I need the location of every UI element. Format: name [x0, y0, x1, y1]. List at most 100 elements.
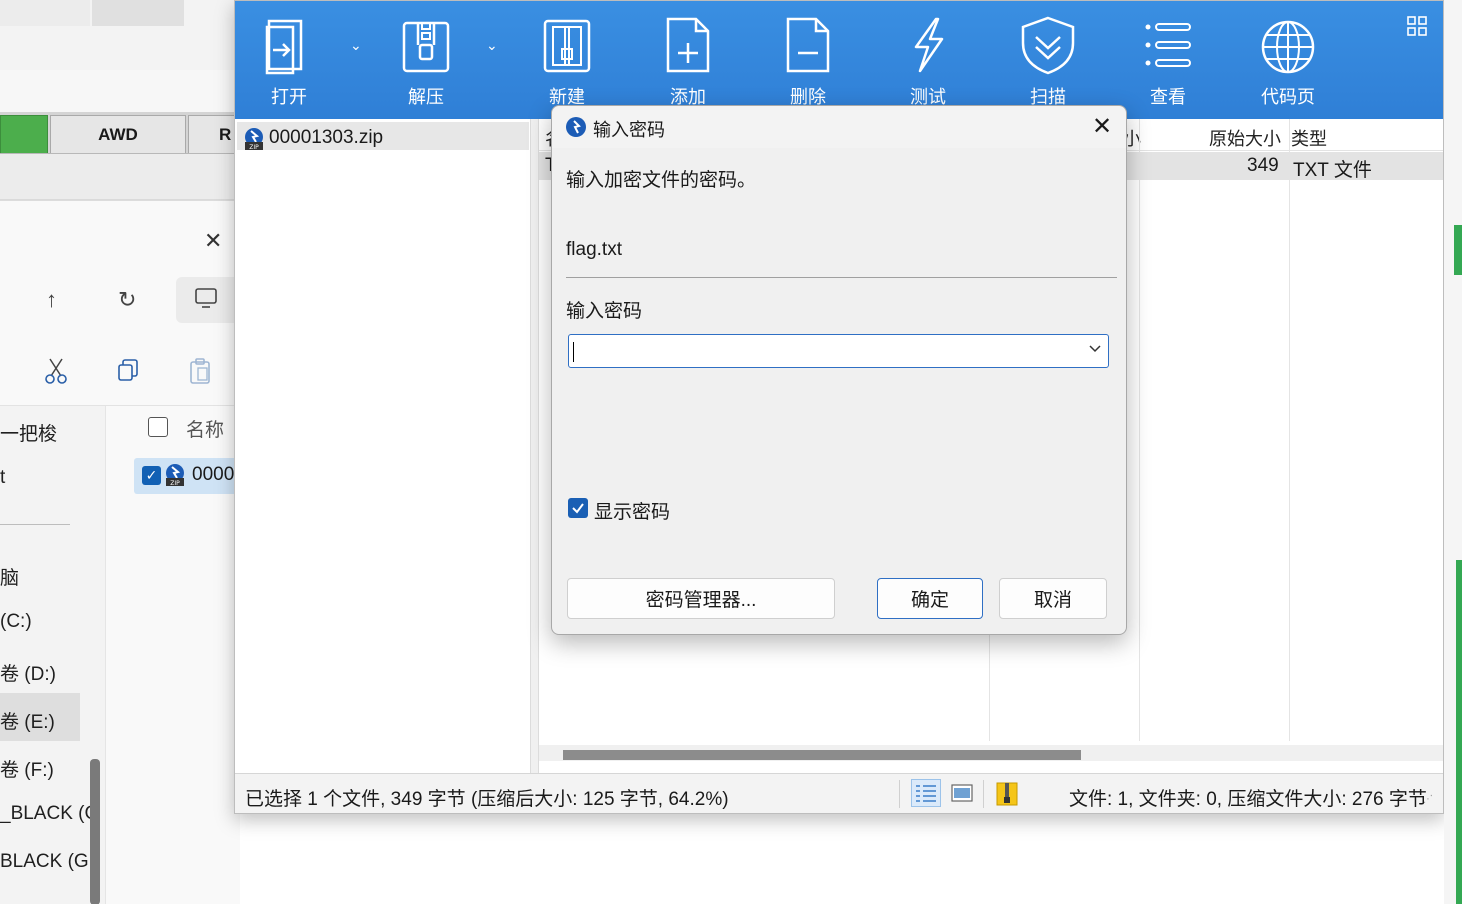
- copy-icon[interactable]: [116, 357, 140, 389]
- nav-item-drive-e[interactable]: 卷 (E:): [0, 707, 55, 734]
- column-divider: [1289, 119, 1290, 741]
- file-row-label: 0000: [192, 464, 235, 485]
- archive-info-icon[interactable]: [995, 781, 1019, 812]
- tree-item-selected[interactable]: ZIP 00001303.zip: [237, 122, 529, 151]
- horizontal-scrollbar[interactable]: [539, 745, 1443, 761]
- column-header-original-size[interactable]: 原始大小: [1209, 125, 1281, 151]
- status-separator: [983, 780, 984, 808]
- background-browser-area: [0, 0, 240, 112]
- toolbar-codepage-button[interactable]: 代码页: [1253, 15, 1323, 109]
- nav-item-drive-g[interactable]: _BLACK (G: [0, 803, 99, 825]
- open-dropdown-icon[interactable]: ⌄: [350, 37, 362, 54]
- refresh-icon[interactable]: ↻: [118, 287, 136, 313]
- nav-item-drive-d[interactable]: 卷 (D:): [0, 659, 56, 686]
- toolbar-extract-button[interactable]: 解压: [391, 15, 461, 109]
- toolbar-view-label: 查看: [1150, 87, 1186, 107]
- status-archive-summary: 文件: 1, 文件夹: 0, 压缩文件大小: 276 字节: [1069, 789, 1427, 810]
- dialog-separator: [566, 277, 1117, 278]
- status-separator: [899, 780, 900, 808]
- nav-item-drive-g[interactable]: BLACK (G:): [0, 851, 100, 873]
- background-strip: [92, 0, 184, 26]
- scrollbar-thumb[interactable]: [563, 750, 1081, 760]
- tab-label: R: [219, 124, 232, 144]
- encrypted-filename: flag.txt: [566, 239, 622, 260]
- shield-icon: [1021, 16, 1075, 75]
- toolbar-new-button[interactable]: 新建: [532, 15, 602, 109]
- up-arrow-icon[interactable]: ↑: [46, 287, 57, 313]
- explorer-navigation-pane: 一把梭 t 脑 (C:) 卷 (D:) 卷 (E:) 卷 (F:) _BLACK…: [0, 406, 106, 904]
- toolbar-test-button[interactable]: 测试: [893, 15, 963, 109]
- toolbar-extract-label: 解压: [408, 87, 444, 107]
- nav-separator: [0, 524, 70, 525]
- file-explorer-window: ✕ ↑ ↻ 一把梭 t 脑 (C:) 卷 (D:) 卷 (E:) 卷 (F:) …: [0, 200, 240, 904]
- dialog-prompt-text: 输入加密文件的密码。: [566, 170, 757, 191]
- password-dialog: 输入密码 ✕ 输入加密文件的密码。 flag.txt 输入密码 显示密码 密码管…: [551, 105, 1127, 635]
- svg-text:ZIP: ZIP: [249, 144, 259, 151]
- extract-icon: [402, 21, 450, 73]
- lightning-icon: [914, 17, 944, 73]
- ok-button[interactable]: 确定: [877, 578, 983, 619]
- background-accent: [1456, 560, 1462, 904]
- status-selection-text: 已选择 1 个文件, 349 字节 (压缩后大小: 125 字节, 64.2%): [245, 789, 729, 810]
- show-password-label[interactable]: 显示密码: [594, 497, 670, 524]
- background-tab-awd[interactable]: AWD: [50, 115, 186, 153]
- archive-tree-pane: ZIP 00001303.zip: [235, 119, 531, 773]
- background-tab-r[interactable]: R: [188, 115, 240, 153]
- resize-grip-icon[interactable]: ⋰: [1423, 794, 1433, 805]
- svg-text:ZIP: ZIP: [170, 480, 180, 487]
- zip-file-icon: ZIP: [164, 463, 186, 492]
- column-header-type[interactable]: 类型: [1291, 125, 1327, 151]
- open-icon: [265, 19, 303, 75]
- zip-file-icon: ZIP: [243, 127, 265, 156]
- cancel-button[interactable]: 取消: [999, 578, 1107, 619]
- background-band: [0, 154, 240, 200]
- tab-label: AWD: [98, 124, 138, 144]
- background-strip: [0, 70, 240, 112]
- row-checkbox[interactable]: ✓: [142, 466, 161, 485]
- toolbar-open-button[interactable]: 打开: [254, 15, 324, 109]
- toolbar-view-button[interactable]: 查看: [1133, 15, 1203, 109]
- globe-icon: [1261, 20, 1315, 74]
- nav-scrollbar[interactable]: [90, 759, 100, 904]
- background-accent: [1454, 225, 1462, 275]
- toolbar-delete-button[interactable]: 删除: [773, 15, 843, 109]
- column-header-name[interactable]: 名称: [186, 415, 224, 442]
- nav-item[interactable]: 一把梭: [0, 419, 57, 446]
- select-all-checkbox[interactable]: [148, 417, 168, 437]
- toolbar-scan-button[interactable]: 扫描: [1013, 15, 1083, 109]
- thumbnail-view-icon[interactable]: [951, 784, 973, 807]
- extract-dropdown-icon[interactable]: ⌄: [486, 37, 498, 54]
- paste-icon[interactable]: [188, 357, 212, 391]
- password-input[interactable]: [568, 334, 1109, 368]
- nav-item[interactable]: t: [0, 467, 5, 489]
- explorer-close-icon[interactable]: ✕: [204, 228, 222, 254]
- background-strip: [0, 0, 90, 26]
- bandizip-app-icon: [565, 116, 587, 143]
- password-manager-button[interactable]: 密码管理器...: [567, 578, 835, 619]
- toolbar-add-button[interactable]: 添加: [653, 15, 723, 109]
- password-label: 输入密码: [566, 301, 643, 322]
- nav-item-drive-c[interactable]: (C:): [0, 611, 32, 633]
- delete-file-icon: [786, 17, 830, 73]
- file-row[interactable]: ✓ ZIP 0000: [134, 458, 240, 494]
- dialog-close-icon[interactable]: ✕: [1088, 112, 1116, 140]
- show-password-checkbox[interactable]: [568, 498, 588, 518]
- dialog-titlebar: 输入密码 ✕: [552, 106, 1126, 148]
- details-view-icon[interactable]: [911, 779, 941, 807]
- dialog-title: 输入密码: [593, 120, 665, 140]
- add-file-icon: [666, 17, 710, 73]
- toolbar: 打开 ⌄ 解压 ⌄ 新建 添加 删除 测试 扫描 查看 代码页: [235, 1, 1443, 119]
- monitor-icon[interactable]: [194, 287, 218, 315]
- text-caret: [573, 342, 574, 362]
- new-archive-icon: [543, 19, 591, 73]
- nav-item[interactable]: 脑: [0, 563, 19, 590]
- nav-item-drive-f[interactable]: 卷 (F:): [0, 755, 54, 782]
- toolbar-open-label: 打开: [271, 87, 307, 107]
- file-row-size: 349: [1247, 155, 1279, 176]
- layout-grid-icon[interactable]: [1407, 16, 1427, 41]
- chevron-down-icon[interactable]: [1088, 342, 1102, 361]
- pane-splitter[interactable]: [531, 119, 539, 773]
- tree-item-label: 00001303.zip: [269, 127, 384, 148]
- cut-icon[interactable]: [44, 357, 68, 391]
- background-tab-green[interactable]: [0, 115, 48, 153]
